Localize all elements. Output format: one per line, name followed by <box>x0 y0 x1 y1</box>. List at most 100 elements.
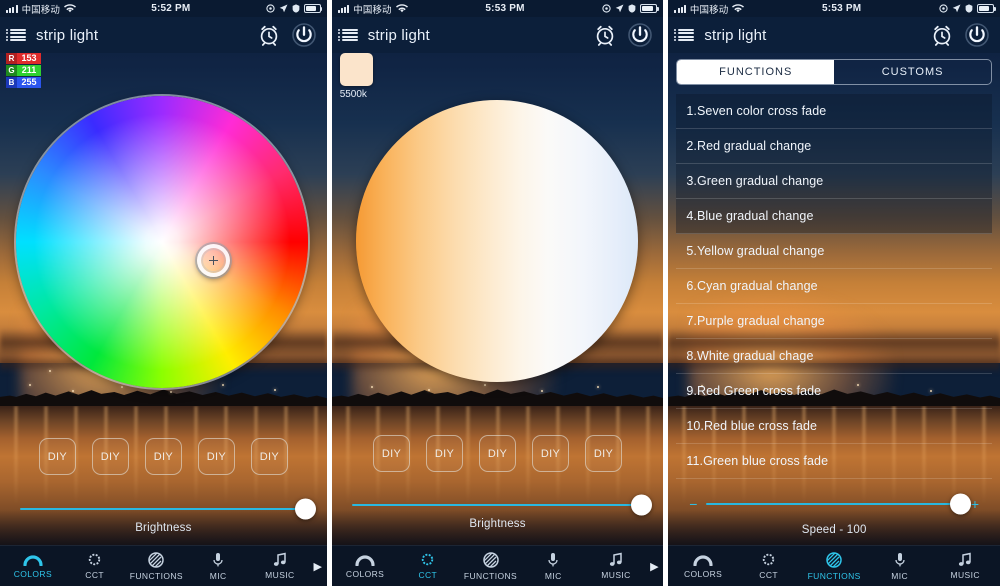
status-time: 5:53 PM <box>822 3 862 14</box>
app-header: strip light <box>668 17 1000 53</box>
tabbar-more-arrow[interactable]: ▶ <box>647 560 661 573</box>
diy-button-1[interactable]: DIY <box>373 435 411 472</box>
diy-button-row: DIY DIY DIY DIY DIY <box>332 435 664 472</box>
color-wheel-handle[interactable] <box>197 244 230 277</box>
diy-button-1[interactable]: DIY <box>38 438 76 475</box>
rgb-green-value: 211 <box>17 65 41 76</box>
colors-arc-icon <box>355 555 375 566</box>
tab-functions-label: FUNCTIONS <box>463 570 518 581</box>
page-title: strip light <box>36 26 99 44</box>
alarm-icon <box>266 4 275 13</box>
hamburger-menu-icon[interactable] <box>337 28 358 42</box>
diy-button-5[interactable]: DIY <box>250 438 288 475</box>
list-item[interactable]: 7.Purple gradual change <box>676 304 993 339</box>
list-item[interactable]: 11.Green blue cross fade <box>676 444 993 479</box>
diy-button-2[interactable]: DIY <box>426 435 464 472</box>
signal-strength-icon <box>674 4 686 13</box>
tab-cct[interactable]: CCT <box>396 552 459 580</box>
app-header: strip light <box>331 17 664 53</box>
cct-wheel[interactable] <box>355 100 638 382</box>
tab-colors[interactable]: COLORS <box>2 553 64 579</box>
functions-striped-circle-icon <box>148 551 165 568</box>
color-wheel[interactable] <box>16 96 308 388</box>
tab-mic-label: MIC <box>891 570 909 581</box>
diy-button-2[interactable]: DIY <box>91 438 129 475</box>
tab-mic-label: MIC <box>209 570 227 581</box>
functions-customs-tabs: FUNCTIONS CUSTOMS <box>676 59 993 85</box>
tab-cct[interactable]: CCT <box>64 552 126 580</box>
list-item[interactable]: 4.Blue gradual change <box>676 199 993 234</box>
brightness-label: Brightness <box>135 522 192 534</box>
diy-button-4[interactable]: DIY <box>532 435 570 472</box>
microphone-icon <box>213 552 223 566</box>
brightness-slider-knob[interactable] <box>294 498 316 520</box>
screen-colors: 中国移动 5:52 PM strip light R 153 G 211 B 2… <box>0 0 327 586</box>
list-item[interactable]: 9.Red Green cross fade <box>676 374 993 409</box>
tab-mic[interactable]: MIC <box>867 552 933 581</box>
diy-button-3[interactable]: DIY <box>144 438 182 475</box>
three-screen-comparison: 中国移动 5:52 PM strip light R 153 G 211 B 2… <box>0 0 1000 586</box>
rgb-red-value: 153 <box>17 53 41 64</box>
brightness-slider-section: Brightness <box>332 494 664 530</box>
tab-customs-segment[interactable]: CUSTOMS <box>834 60 991 84</box>
list-item[interactable]: 2.Red gradual change <box>676 129 993 164</box>
power-icon[interactable] <box>964 22 990 48</box>
tab-functions-label: FUNCTIONS <box>807 570 861 581</box>
signal-strength-icon <box>337 4 350 13</box>
rgb-green-label: G <box>6 65 17 76</box>
function-list[interactable]: 1.Seven color cross fade 2.Red gradual c… <box>676 94 993 498</box>
speed-slider-knob[interactable] <box>950 493 972 515</box>
hamburger-menu-icon[interactable] <box>6 28 26 42</box>
app-header: strip light <box>0 17 327 53</box>
power-icon[interactable] <box>291 22 317 48</box>
tab-music[interactable]: MUSIC <box>585 552 648 580</box>
brightness-slider-knob[interactable] <box>631 494 653 516</box>
hamburger-menu-icon[interactable] <box>674 28 695 42</box>
carrier-label: 中国移动 <box>353 4 392 16</box>
tabbar-more-arrow[interactable]: ▶ <box>311 560 325 573</box>
list-item[interactable]: 8.White gradual chage <box>676 339 993 374</box>
tab-cct[interactable]: CCT <box>736 552 802 580</box>
list-item[interactable]: 6.Cyan gradual change <box>676 269 993 304</box>
speed-slider[interactable] <box>706 493 972 515</box>
tab-colors[interactable]: COLORS <box>334 553 397 579</box>
alarm-clock-icon[interactable] <box>930 23 954 47</box>
brightness-slider[interactable] <box>20 498 316 520</box>
tab-functions[interactable]: FUNCTIONS <box>801 551 867 581</box>
cct-swatch-color[interactable] <box>339 53 373 86</box>
tab-functions[interactable]: FUNCTIONS <box>126 551 188 581</box>
tab-mic[interactable]: MIC <box>187 552 249 581</box>
tab-colors[interactable]: COLORS <box>670 553 736 579</box>
rotation-lock-icon <box>965 4 973 13</box>
diy-button-4[interactable]: DIY <box>197 438 235 475</box>
tab-music[interactable]: MUSIC <box>932 552 998 580</box>
tab-functions[interactable]: FUNCTIONS <box>459 551 522 581</box>
rgb-red-label: R <box>6 53 17 64</box>
list-item[interactable]: 3.Green gradual change <box>676 164 993 199</box>
speed-increase-button[interactable]: + <box>970 496 980 512</box>
rgb-green-row: G 211 <box>6 65 41 76</box>
wifi-icon <box>732 4 745 13</box>
rgb-blue-value: 255 <box>17 77 41 88</box>
list-item[interactable]: 5.Yellow gradual change <box>676 234 993 269</box>
tab-mic[interactable]: MIC <box>522 552 585 581</box>
tab-colors-label: COLORS <box>13 569 53 579</box>
diy-button-5[interactable]: DIY <box>585 435 623 472</box>
battery-icon <box>977 4 996 13</box>
brightness-slider[interactable] <box>351 494 653 516</box>
location-arrow-icon <box>616 4 624 13</box>
list-item[interactable]: 1.Seven color cross fade <box>676 94 993 129</box>
rgb-blue-row: B 255 <box>6 77 41 88</box>
screen-cct: 中国移动 5:53 PM strip light 5500k DIY DIY D… <box>331 0 664 586</box>
speed-decrease-button[interactable]: − <box>688 496 698 512</box>
power-icon[interactable] <box>627 22 653 48</box>
tab-functions-segment[interactable]: FUNCTIONS <box>677 60 835 84</box>
alarm-clock-icon[interactable] <box>257 23 281 47</box>
microphone-icon <box>548 552 558 566</box>
alarm-clock-icon[interactable] <box>593 23 617 47</box>
diy-button-3[interactable]: DIY <box>479 435 517 472</box>
status-time: 5:53 PM <box>485 3 525 14</box>
tab-cct-label: CCT <box>759 570 778 580</box>
list-item[interactable]: 10.Red blue cross fade <box>676 409 993 444</box>
tab-music[interactable]: MUSIC <box>249 552 311 580</box>
